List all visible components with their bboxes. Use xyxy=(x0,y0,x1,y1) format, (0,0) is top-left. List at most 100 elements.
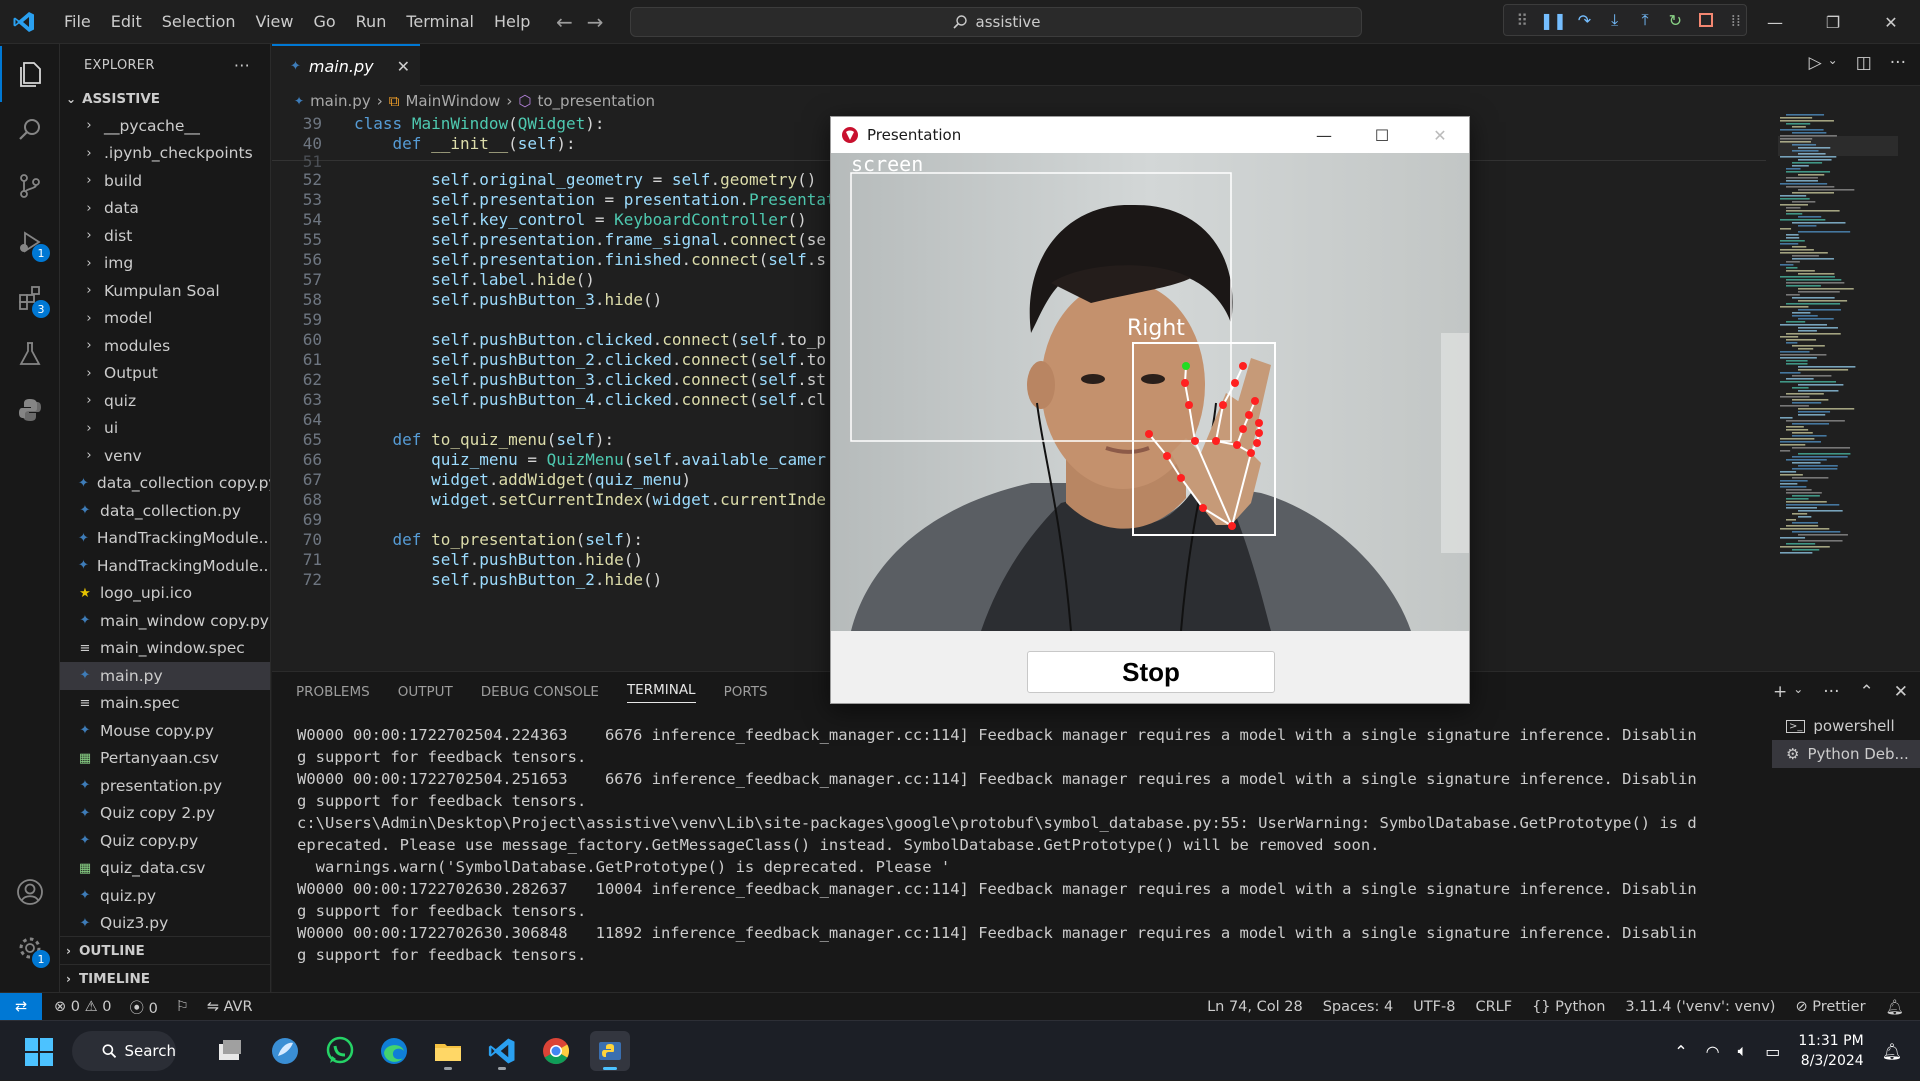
file-item[interactable]: ✦ Mouse copy.py xyxy=(60,717,270,745)
prettier-status[interactable]: ⊘ Prettier xyxy=(1795,999,1865,1015)
close-tab-icon[interactable]: ✕ xyxy=(397,57,410,76)
minimize-icon[interactable]: — xyxy=(1295,117,1353,153)
volume-icon[interactable]: 🔈︎ xyxy=(1738,1041,1748,1061)
step-out-icon[interactable]: ⤒ xyxy=(1635,9,1655,31)
file-item[interactable]: ▦ quiz_data.csv xyxy=(60,855,270,883)
restore-icon[interactable]: ❐ xyxy=(1804,0,1862,44)
battery-icon[interactable]: ▭ xyxy=(1765,1042,1780,1061)
terminal-powershell[interactable]: >_ powershell xyxy=(1772,712,1920,740)
ports-status[interactable]: ⦿ 0 xyxy=(129,997,157,1018)
problems-status[interactable]: ⊗ 0 ⚠ 0 xyxy=(54,999,111,1015)
vscode-app[interactable] xyxy=(482,1031,522,1071)
file-item[interactable]: ✦ main.py xyxy=(60,662,270,690)
edge-app[interactable] xyxy=(374,1031,414,1071)
terminal-python-debug[interactable]: ⚙ Python Deb... xyxy=(1772,740,1920,768)
folder-item[interactable]: › ui xyxy=(60,415,270,443)
file-item[interactable]: ✦ main_window copy.py xyxy=(60,607,270,635)
wifi-icon[interactable]: ◠ xyxy=(1706,1042,1720,1061)
tab-main-py[interactable]: ✦ main.py ✕ xyxy=(272,44,420,86)
split-editor-icon[interactable]: ◫ xyxy=(1856,53,1872,73)
back-arrow-icon[interactable]: ← xyxy=(556,10,573,34)
menu-go[interactable]: Go xyxy=(303,7,345,37)
file-item[interactable]: ✦ HandTrackingModule.... xyxy=(60,552,270,580)
command-center-search[interactable]: assistive xyxy=(630,7,1362,37)
search-activity[interactable] xyxy=(0,102,60,158)
encoding[interactable]: UTF-8 xyxy=(1413,999,1455,1015)
maximize-panel-icon[interactable]: ⌃ xyxy=(1860,682,1874,702)
indentation[interactable]: Spaces: 4 xyxy=(1323,999,1393,1015)
new-terminal-icon[interactable]: + xyxy=(1773,682,1787,702)
file-item[interactable]: ✦ presentation.py xyxy=(60,772,270,800)
file-item[interactable]: ▦ Pertanyaan.csv xyxy=(60,745,270,773)
whatsapp-app[interactable] xyxy=(320,1031,360,1071)
clock[interactable]: 11:31 PM 8/3/2024 xyxy=(1798,1031,1863,1071)
file-item[interactable]: ★ logo_upi.ico xyxy=(60,580,270,608)
breadcrumb-class[interactable]: MainWindow xyxy=(405,92,500,110)
folder-item[interactable]: › quiz xyxy=(60,387,270,415)
close-window-icon[interactable]: ✕ xyxy=(1862,0,1920,44)
file-item[interactable]: ✦ HandTrackingModule.... xyxy=(60,525,270,553)
timeline-section[interactable]: › TIMELINE xyxy=(60,964,271,992)
minimize-icon[interactable]: — xyxy=(1746,0,1804,44)
chevron-up-icon[interactable]: ⌃ xyxy=(1674,1042,1687,1061)
chrome-app[interactable] xyxy=(536,1031,576,1071)
drag-handle-icon[interactable]: ⠿ xyxy=(1512,9,1532,31)
tab-ports[interactable]: PORTS xyxy=(724,684,768,700)
menu-selection[interactable]: Selection xyxy=(152,7,246,37)
python-interpreter[interactable]: 3.11.4 ('venv': venv) xyxy=(1625,999,1775,1015)
manage-activity[interactable]: 1 xyxy=(0,920,60,976)
folder-item[interactable]: › img xyxy=(60,250,270,278)
taskbar-search[interactable]: Search xyxy=(72,1031,176,1071)
notifications-bell-icon[interactable]: 🔔︎ xyxy=(1886,999,1904,1016)
file-item[interactable]: ≡ main.spec xyxy=(60,690,270,718)
folder-item[interactable]: › build xyxy=(60,167,270,195)
file-item[interactable]: ≡ main_window.spec xyxy=(60,635,270,663)
folder-item[interactable]: › data xyxy=(60,195,270,223)
more-actions-icon[interactable]: ··· xyxy=(234,56,250,75)
step-over-icon[interactable]: ↷ xyxy=(1574,9,1594,31)
accounts-activity[interactable] xyxy=(0,864,60,920)
tab-problems[interactable]: PROBLEMS xyxy=(296,684,370,700)
menu-file[interactable]: File xyxy=(54,7,101,37)
outline-section[interactable]: › OUTLINE xyxy=(60,936,271,964)
file-item[interactable]: ✦ Quiz copy.py xyxy=(60,827,270,855)
extensions-activity[interactable]: 3 xyxy=(0,270,60,326)
python-app[interactable] xyxy=(590,1031,630,1071)
folder-item[interactable]: › Kumpulan Soal xyxy=(60,277,270,305)
explorer-activity[interactable] xyxy=(0,46,60,102)
source-control-activity[interactable] xyxy=(0,158,60,214)
folder-item[interactable]: › dist xyxy=(60,222,270,250)
debug-more-icon[interactable]: ⁞⁞ xyxy=(1726,9,1746,31)
tab-debug-console[interactable]: DEBUG CONSOLE xyxy=(481,684,599,700)
more-actions-icon[interactable]: ··· xyxy=(1890,53,1906,73)
file-item[interactable]: ✦ quiz.py xyxy=(60,882,270,910)
close-icon[interactable]: ✕ xyxy=(1411,117,1469,153)
windows-start-icon[interactable] xyxy=(24,1037,54,1067)
python-activity[interactable] xyxy=(0,382,60,438)
folder-item[interactable]: › model xyxy=(60,305,270,333)
maximize-icon[interactable]: ☐ xyxy=(1353,117,1411,153)
folder-item[interactable]: › __pycache__ xyxy=(60,112,270,140)
stop-icon[interactable] xyxy=(1695,9,1715,31)
file-item[interactable]: ✦ data_collection copy.py xyxy=(60,470,270,498)
language-mode[interactable]: {} Python xyxy=(1532,999,1605,1015)
file-item[interactable]: ✦ Quiz copy 2.py xyxy=(60,800,270,828)
chevron-down-icon[interactable]: ⌄ xyxy=(1793,682,1803,702)
menu-edit[interactable]: Edit xyxy=(101,7,152,37)
run-debug-activity[interactable]: 1 xyxy=(0,214,60,270)
restart-icon[interactable]: ↻ xyxy=(1665,9,1685,31)
folder-item[interactable]: › venv xyxy=(60,442,270,470)
debug-status-icon[interactable]: ⚐ xyxy=(176,999,189,1015)
workspace-folder[interactable]: ⌄ ASSISTIVE xyxy=(60,86,270,112)
cursor-position[interactable]: Ln 74, Col 28 xyxy=(1207,999,1303,1015)
avr-status[interactable]: ⇋ AVR xyxy=(207,999,253,1015)
task-view-app[interactable] xyxy=(210,1031,250,1071)
menu-help[interactable]: Help xyxy=(484,7,540,37)
tab-output[interactable]: OUTPUT xyxy=(398,684,453,700)
file-item[interactable]: ✦ Quiz3.py xyxy=(60,910,270,938)
pause-icon[interactable]: ❚❚ xyxy=(1540,9,1567,31)
terminal-output[interactable]: W0000 00:00:1722702504.224363 6676 infer… xyxy=(297,724,1697,966)
menu-run[interactable]: Run xyxy=(346,7,397,37)
line-endings[interactable]: CRLF xyxy=(1475,999,1512,1015)
folder-item[interactable]: › modules xyxy=(60,332,270,360)
